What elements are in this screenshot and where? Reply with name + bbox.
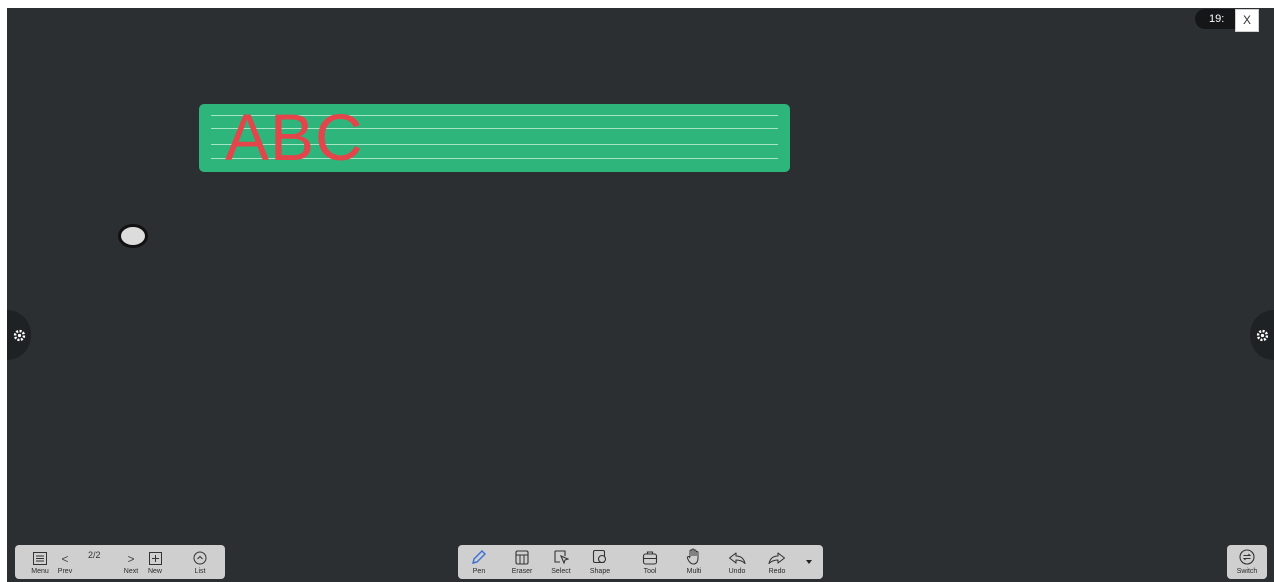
pen-tool-button[interactable]: Pen: [467, 545, 491, 579]
eraser-icon: [515, 550, 529, 565]
select-tool-button[interactable]: Select: [548, 545, 574, 579]
redo-button[interactable]: Redo: [765, 545, 789, 579]
chevron-left-icon: <: [61, 552, 69, 566]
close-button[interactable]: X: [1235, 9, 1259, 32]
switch-icon: [1239, 549, 1255, 565]
prev-label: Prev: [57, 568, 73, 575]
tool-label: Eraser: [511, 568, 533, 575]
switch-label: Switch: [1236, 568, 1258, 575]
tool-label: Pen: [472, 568, 486, 575]
add-page-icon: [148, 552, 162, 565]
switch-item: Switch: [1235, 545, 1259, 579]
pen-icon: [472, 550, 486, 564]
right-settings-handle[interactable]: [1250, 310, 1274, 360]
page-list-button[interactable]: List: [188, 545, 212, 579]
gear-icon: [13, 329, 25, 341]
chevron-right-icon: >: [127, 552, 135, 566]
tool-label: Redo: [768, 568, 786, 575]
board-handwriting: ABC: [225, 104, 364, 172]
tool-label: Multi: [686, 568, 702, 575]
menu-button[interactable]: Menu: [28, 545, 52, 579]
new-page-button[interactable]: New: [143, 545, 167, 579]
switch-button[interactable]: Switch: [1227, 545, 1267, 579]
page-indicator: 2/2: [88, 550, 101, 560]
tool-label: Tool: [643, 568, 657, 575]
shape-tool-button[interactable]: Shape: [587, 545, 613, 579]
tool-label: Shape: [589, 568, 611, 575]
menu-icon: [33, 552, 47, 565]
screen: ABC 19: X Menu < Prev 2/2 > Next New Lis…: [0, 0, 1274, 582]
tool-label: Select: [551, 568, 571, 575]
hand-icon: [686, 548, 699, 565]
undo-button[interactable]: Undo: [725, 545, 749, 579]
next-label: Next: [123, 568, 139, 575]
gear-icon: [1256, 329, 1268, 341]
toolbox-icon: [642, 551, 658, 565]
tool-label: Undo: [728, 568, 746, 575]
more-tools-button[interactable]: [804, 555, 814, 569]
select-icon: [554, 550, 569, 565]
caret-down-icon: [806, 560, 812, 564]
redo-icon: [768, 552, 786, 565]
page-list-icon: [193, 551, 207, 565]
list-label: List: [194, 568, 206, 575]
drawing-toolbar: Pen Eraser Select Shape Tool Multi Undo: [458, 545, 823, 579]
pen-cursor: [118, 224, 148, 248]
whiteboard-canvas[interactable]: ABC: [7, 8, 1274, 582]
prev-page-button[interactable]: < Prev: [53, 545, 77, 579]
toolbox-button[interactable]: Tool: [638, 545, 662, 579]
next-page-button[interactable]: > Next: [119, 545, 143, 579]
page-toolbar: Menu < Prev 2/2 > Next New List: [15, 545, 225, 579]
new-label: New: [147, 568, 162, 575]
multi-touch-button[interactable]: Multi: [682, 545, 706, 579]
undo-icon: [728, 552, 746, 565]
menu-label: Menu: [31, 568, 49, 575]
left-settings-handle[interactable]: [7, 310, 31, 360]
eraser-tool-button[interactable]: Eraser: [509, 545, 535, 579]
writing-board[interactable]: ABC: [199, 104, 790, 172]
shape-icon: [592, 549, 607, 564]
